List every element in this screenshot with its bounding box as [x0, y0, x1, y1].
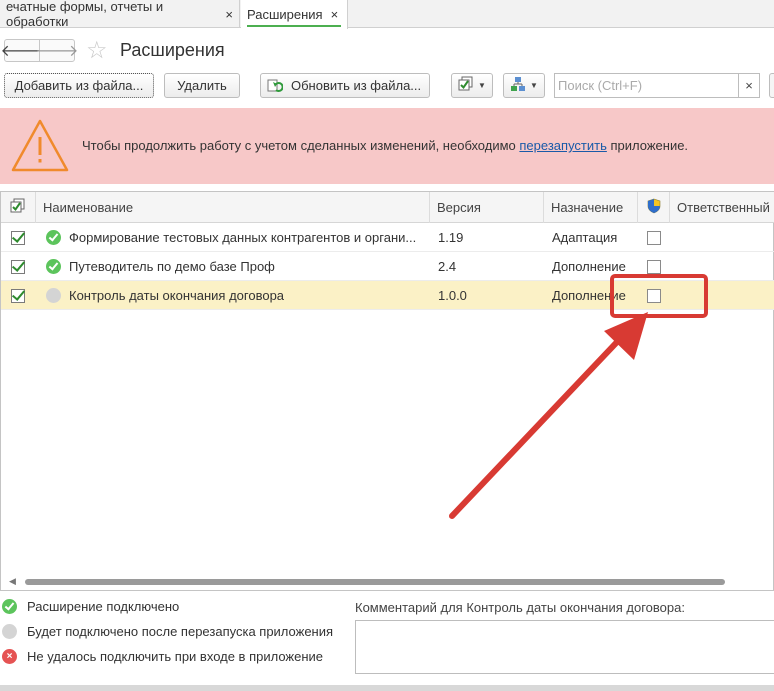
header-responsible[interactable]: Ответственный: [670, 192, 774, 223]
tab-bar: ечатные формы, отчеты и обработки × Расш…: [0, 0, 774, 29]
extension-name: Путеводитель по демо базе Проф: [69, 259, 275, 274]
checkbox[interactable]: [11, 230, 25, 245]
extension-name: Контроль даты окончания договора: [69, 288, 285, 303]
add-from-file-button[interactable]: Добавить из файла...: [4, 73, 154, 98]
name-cell: Контроль даты окончания договора: [46, 281, 426, 310]
scrollbar-thumb[interactable]: [25, 579, 725, 585]
warning-text: Чтобы продолжить работу с учетом сделанн…: [82, 138, 688, 153]
header-name[interactable]: Наименование: [36, 192, 430, 223]
horizontal-scrollbar[interactable]: ◀: [9, 576, 774, 587]
close-icon[interactable]: ×: [225, 7, 233, 22]
search-input[interactable]: [554, 73, 739, 98]
check-all-menu-button[interactable]: ▼: [451, 73, 493, 98]
page-title: Расширения: [120, 40, 225, 60]
extension-name: Формирование тестовых данных контрагенто…: [69, 230, 417, 245]
chevron-down-icon: ▼: [478, 81, 486, 90]
check-list-icon: [458, 76, 474, 95]
header-version[interactable]: Версия: [430, 192, 544, 223]
clear-search-button[interactable]: ×: [739, 73, 760, 98]
tab-extensions[interactable]: Расширения ×: [241, 0, 348, 29]
forward-button[interactable]: 🡒: [36, 39, 78, 62]
active-checkbox[interactable]: [11, 252, 25, 281]
table-header: Наименование Версия Назначение Ответстве…: [1, 192, 774, 223]
update-from-file-button[interactable]: Обновить из файла...: [260, 73, 430, 98]
tab-label: ечатные формы, отчеты и обработки: [6, 0, 164, 29]
delete-button[interactable]: Удалить: [164, 73, 240, 98]
legend-pending: Будет подключено после перезапуска прило…: [2, 624, 333, 639]
status-failed-icon: ×: [2, 649, 17, 664]
status-enabled-icon: [46, 259, 61, 274]
update-label: Обновить из файла...: [291, 78, 422, 93]
legend-label: Не удалось подключить при входе в прилож…: [27, 649, 324, 664]
table-row[interactable]: Формирование тестовых данных контрагенто…: [1, 223, 774, 252]
name-cell: Формирование тестовых данных контрагенто…: [46, 223, 426, 252]
checkbox[interactable]: [647, 230, 661, 245]
legend-enabled: Расширение подключено: [2, 599, 179, 614]
tab-label: Расширения: [247, 7, 323, 22]
chevron-down-icon: ▼: [530, 81, 538, 90]
structure-menu-button[interactable]: ▼: [503, 73, 545, 98]
version-cell: 1.0.0: [438, 288, 467, 303]
shield-icon: [646, 198, 662, 217]
tab-print-forms[interactable]: ечатные формы, отчеты и обработки ×: [0, 0, 240, 29]
legend-label: Расширение подключено: [27, 599, 180, 614]
checkbox[interactable]: [11, 259, 25, 274]
version-cell: 1.19: [438, 230, 464, 245]
annotation-highlight: [610, 274, 708, 318]
comment-label: Комментарий для Контроль даты окончания …: [355, 600, 685, 615]
status-enabled-icon: [46, 230, 61, 245]
warning-icon: [10, 117, 70, 178]
header-purpose[interactable]: Назначение: [544, 192, 638, 223]
extensions-table: Наименование Версия Назначение Ответстве…: [0, 191, 774, 591]
name-cell: Путеводитель по демо базе Проф: [46, 252, 426, 281]
checkbox[interactable]: [11, 288, 25, 303]
legend-failed: × Не удалось подключить при входе в прил…: [2, 649, 323, 664]
checkbox[interactable]: [647, 259, 661, 274]
purpose-cell: Адаптация: [552, 230, 618, 245]
restart-warning: Чтобы продолжить работу с учетом сделанн…: [0, 108, 774, 184]
status-enabled-icon: [2, 599, 17, 614]
star-icon[interactable]: ☆: [86, 36, 108, 65]
comment-input[interactable]: [355, 620, 774, 674]
legend-label: Будет подключено после перезапуска прило…: [27, 624, 334, 639]
status-pending-icon: [46, 288, 61, 303]
header-safe-mode[interactable]: [638, 192, 670, 223]
warning-text-after: приложение.: [606, 138, 689, 153]
status-pending-icon: [2, 624, 17, 639]
safe-mode-checkbox[interactable]: [647, 223, 661, 252]
active-checkbox[interactable]: [11, 223, 25, 252]
check-list-icon: [10, 198, 26, 217]
version-cell: 2.4: [438, 259, 457, 274]
arrow-right-icon: 🡒: [35, 43, 79, 60]
scroll-left-icon[interactable]: ◀: [9, 576, 16, 587]
warning-text-before: Чтобы продолжить работу с учетом сделанн…: [82, 138, 520, 153]
structure-icon: [510, 76, 526, 95]
update-icon: [267, 78, 284, 94]
restart-link[interactable]: перезапустить: [519, 138, 606, 153]
header-active-column[interactable]: [1, 192, 36, 223]
active-checkbox[interactable]: [11, 281, 25, 310]
bottom-bar: [0, 685, 774, 691]
close-icon[interactable]: ×: [331, 7, 339, 22]
more-button[interactable]: [769, 73, 774, 98]
